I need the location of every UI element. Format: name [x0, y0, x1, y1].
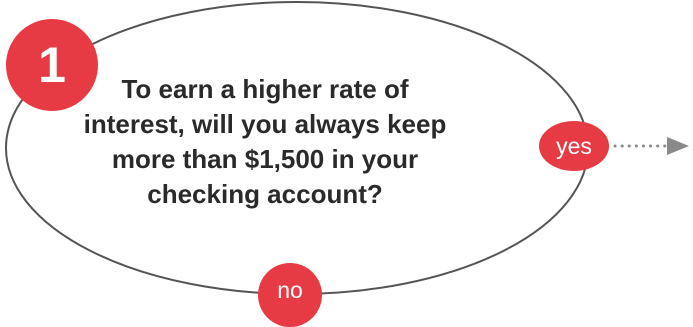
- question-text: To earn a higher rate of interest, will …: [83, 74, 447, 209]
- no-label: no: [277, 277, 303, 303]
- step-number: 1: [38, 37, 66, 93]
- yes-button[interactable]: yes: [539, 121, 609, 171]
- dotted-arrow-right-icon: [613, 137, 689, 155]
- yes-label: yes: [556, 132, 592, 159]
- no-button[interactable]: no: [258, 263, 322, 327]
